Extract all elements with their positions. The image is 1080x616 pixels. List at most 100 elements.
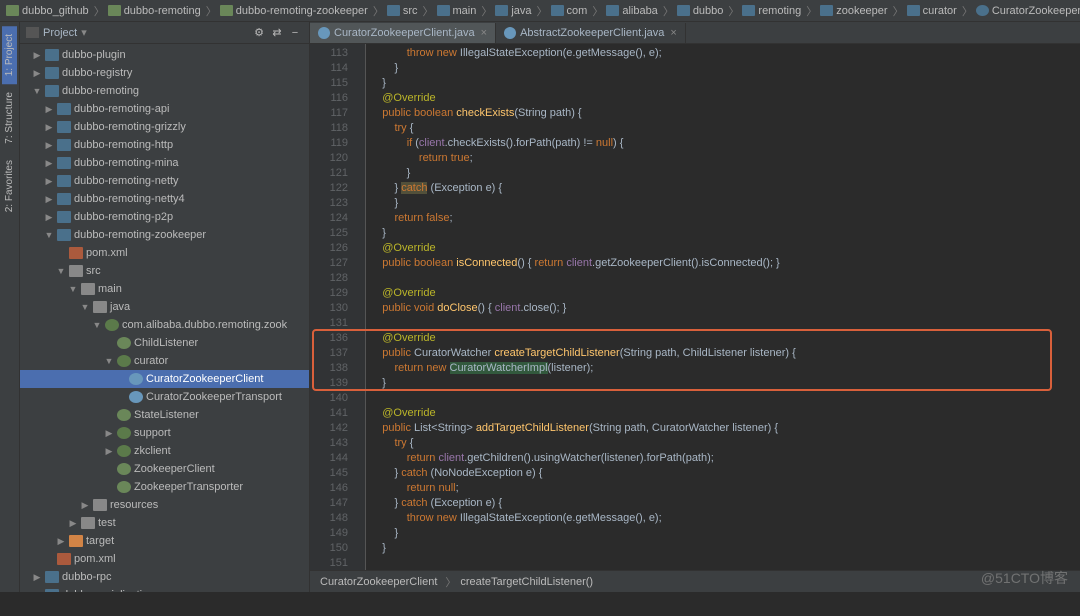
folder-icon: [907, 5, 920, 16]
node-icon: [117, 481, 131, 493]
breadcrumb-item[interactable]: dubbo-remoting-zookeeper: [220, 5, 368, 17]
node-icon: [45, 589, 59, 592]
editor-tab[interactable]: AbstractZookeeperClient.java×: [496, 23, 686, 43]
breadcrumb-item[interactable]: CuratorZookeeperClient: [976, 5, 1080, 17]
project-tree[interactable]: ▶dubbo-plugin▶dubbo-registry▼dubbo-remot…: [20, 44, 309, 592]
expand-arrow-icon[interactable]: ▼: [32, 86, 42, 96]
expand-arrow-icon[interactable]: ▶: [80, 500, 90, 511]
expand-arrow-icon[interactable]: ▼: [44, 230, 54, 240]
collapse-icon[interactable]: ⇄: [269, 25, 285, 41]
breadcrumb-item[interactable]: remoting: [742, 5, 801, 17]
node-label: ZookeeperClient: [134, 463, 215, 475]
tree-row[interactable]: pom.xml: [20, 244, 309, 262]
status-crumb[interactable]: createTargetChildListener(): [460, 576, 593, 588]
tree-row[interactable]: ▼dubbo-remoting-zookeeper: [20, 226, 309, 244]
expand-arrow-icon[interactable]: ▶: [44, 104, 54, 115]
expand-arrow-icon[interactable]: ▼: [92, 320, 102, 330]
expand-arrow-icon[interactable]: ▶: [68, 518, 78, 529]
tree-row[interactable]: ▶dubbo-remoting-grizzly: [20, 118, 309, 136]
breadcrumb-item[interactable]: alibaba: [606, 5, 657, 17]
folder-icon: [108, 5, 121, 16]
expand-arrow-icon[interactable]: ▶: [104, 428, 114, 439]
tree-row[interactable]: ▶dubbo-remoting-netty: [20, 172, 309, 190]
node-label: ChildListener: [134, 337, 198, 349]
tree-row[interactable]: ▶test: [20, 514, 309, 532]
tree-row[interactable]: ▶dubbo-remoting-p2p: [20, 208, 309, 226]
close-icon[interactable]: ×: [670, 27, 676, 39]
expand-arrow-icon[interactable]: ▶: [44, 176, 54, 187]
tree-row[interactable]: CuratorZookeeperClient: [20, 370, 309, 388]
expand-arrow-icon[interactable]: ▶: [32, 68, 42, 79]
tree-row[interactable]: ▶dubbo-remoting-netty4: [20, 190, 309, 208]
node-label: ZookeeperTransporter: [134, 481, 243, 493]
breadcrumb-item[interactable]: dubbo-remoting: [108, 5, 201, 17]
tree-row[interactable]: ZookeeperClient: [20, 460, 309, 478]
breadcrumb-item[interactable]: src: [387, 5, 418, 17]
editor-tab[interactable]: CuratorZookeeperClient.java×: [310, 23, 496, 43]
expand-arrow-icon[interactable]: ▶: [44, 122, 54, 133]
folder-icon: [387, 5, 400, 16]
tree-row[interactable]: ▼curator: [20, 352, 309, 370]
breadcrumb-bar: dubbo_github〉dubbo-remoting〉dubbo-remoti…: [0, 0, 1080, 22]
tree-row[interactable]: ▶dubbo-remoting-mina: [20, 154, 309, 172]
expand-arrow-icon[interactable]: ▶: [56, 536, 66, 547]
tree-row[interactable]: ▼dubbo-remoting: [20, 82, 309, 100]
tree-row[interactable]: ▶resources: [20, 496, 309, 514]
tree-row[interactable]: ▼src: [20, 262, 309, 280]
tool-tab[interactable]: 1: Project: [2, 26, 17, 84]
tool-tab[interactable]: 7: Structure: [2, 84, 17, 152]
expand-arrow-icon[interactable]: ▼: [68, 284, 78, 294]
expand-arrow-icon[interactable]: ▶: [32, 50, 42, 61]
status-crumb[interactable]: CuratorZookeeperClient: [320, 576, 437, 588]
expand-arrow-icon[interactable]: ▼: [56, 266, 66, 276]
tree-row[interactable]: ▶dubbo-remoting-http: [20, 136, 309, 154]
node-icon: [57, 103, 71, 115]
expand-arrow-icon[interactable]: ▼: [104, 356, 114, 366]
code-content[interactable]: throw new IllegalStateException(e.getMes…: [366, 44, 1080, 570]
tree-row[interactable]: StateListener: [20, 406, 309, 424]
breadcrumb-item[interactable]: curator: [907, 5, 957, 17]
node-label: CuratorZookeeperTransport: [146, 391, 282, 403]
file-icon: [318, 27, 330, 39]
node-icon: [57, 553, 71, 565]
tree-row[interactable]: ▼java: [20, 298, 309, 316]
breadcrumb-item[interactable]: main: [437, 5, 477, 17]
tree-row[interactable]: ZookeeperTransporter: [20, 478, 309, 496]
expand-arrow-icon[interactable]: ▶: [44, 158, 54, 169]
tree-row[interactable]: ▶dubbo-registry: [20, 64, 309, 82]
tree-row[interactable]: CuratorZookeeperTransport: [20, 388, 309, 406]
tree-row[interactable]: ▼main: [20, 280, 309, 298]
breadcrumb-item[interactable]: dubbo: [677, 5, 724, 17]
folder-icon: [677, 5, 690, 16]
gear-icon[interactable]: ⚙: [251, 25, 267, 41]
node-label: dubbo-remoting-api: [74, 103, 169, 115]
tree-row[interactable]: ▶dubbo-plugin: [20, 46, 309, 64]
node-icon: [45, 67, 59, 79]
tool-tab[interactable]: 2: Favorites: [2, 152, 17, 220]
expand-arrow-icon[interactable]: ▼: [80, 302, 90, 312]
expand-arrow-icon[interactable]: ▶: [44, 194, 54, 205]
breadcrumb-item[interactable]: com: [551, 5, 588, 17]
close-icon[interactable]: ×: [481, 27, 487, 39]
breadcrumb-item[interactable]: java: [495, 5, 531, 17]
breadcrumb-item[interactable]: dubbo_github: [6, 5, 89, 17]
tree-row[interactable]: ▶dubbo-serialization: [20, 586, 309, 592]
tree-row[interactable]: ▶ dubbo-remoting-api: [20, 100, 309, 118]
code-area[interactable]: 1131141151161171181191201211221231241251…: [310, 44, 1080, 570]
tree-row[interactable]: ▶zkclient: [20, 442, 309, 460]
tree-row[interactable]: ▶support: [20, 424, 309, 442]
expand-arrow-icon[interactable]: ▶: [44, 140, 54, 151]
expand-arrow-icon[interactable]: ▶: [32, 572, 42, 583]
expand-arrow-icon[interactable]: ▶: [104, 446, 114, 457]
tree-row[interactable]: pom.xml: [20, 550, 309, 568]
hide-icon[interactable]: −: [287, 25, 303, 41]
fold-gutter[interactable]: [354, 44, 366, 570]
breadcrumb-item[interactable]: zookeeper: [820, 5, 887, 17]
expand-arrow-icon[interactable]: ▶: [32, 590, 42, 593]
expand-arrow-icon[interactable]: ▶: [44, 212, 54, 223]
tree-row[interactable]: ChildListener: [20, 334, 309, 352]
tree-row[interactable]: ▶dubbo-rpc: [20, 568, 309, 586]
file-icon: [504, 27, 516, 39]
tree-row[interactable]: ▶target: [20, 532, 309, 550]
tree-row[interactable]: ▼com.alibaba.dubbo.remoting.zook: [20, 316, 309, 334]
